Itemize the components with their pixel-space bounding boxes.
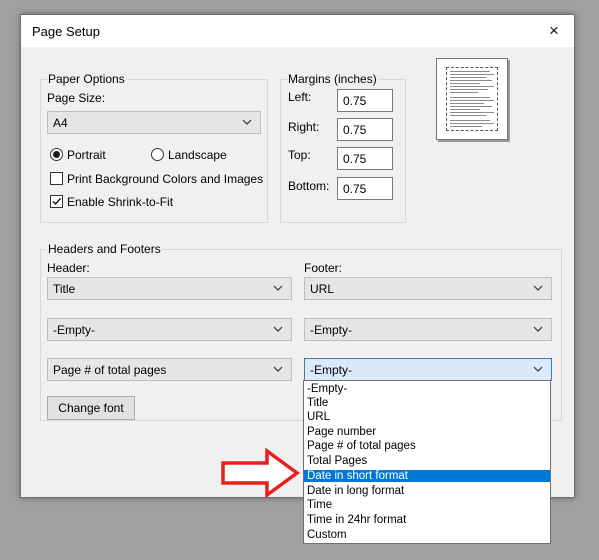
dropdown-option-highlighted[interactable]: Date in short format: [304, 470, 550, 482]
header-label: Header:: [47, 261, 90, 275]
checkmark-icon: [52, 198, 62, 206]
header-select-1[interactable]: Title: [47, 277, 292, 300]
page-size-select[interactable]: A4: [47, 111, 261, 134]
title-bar: Page Setup ×: [21, 15, 574, 47]
footer-value-2: -Empty-: [310, 323, 352, 337]
dropdown-option[interactable]: Page # of total pages: [304, 440, 550, 452]
margins-title: Margins (inches): [287, 72, 378, 86]
page-size-value: A4: [53, 116, 68, 130]
margin-right-input[interactable]: 0.75: [337, 118, 393, 141]
dropdown-option[interactable]: Time: [304, 499, 550, 511]
margin-top-label: Top:: [288, 148, 311, 162]
dropdown-option[interactable]: Custom: [304, 529, 550, 541]
header-value-1: Title: [53, 282, 76, 296]
dropdown-option[interactable]: Time in 24hr format: [304, 514, 550, 526]
footer-select-2[interactable]: -Empty-: [304, 318, 552, 341]
margin-right-label: Right:: [288, 120, 320, 134]
margin-top-input[interactable]: 0.75: [337, 147, 393, 170]
footer-dropdown-list[interactable]: -Empty- Title URL Page number Page # of …: [303, 380, 551, 544]
footer-select-3[interactable]: -Empty-: [304, 358, 552, 381]
shrink-to-fit-checkbox[interactable]: [50, 195, 63, 208]
landscape-radio[interactable]: [151, 148, 164, 161]
margin-left-input[interactable]: 0.75: [337, 89, 393, 112]
page-preview-thumbnail: [436, 58, 508, 140]
header-value-2: -Empty-: [53, 323, 95, 337]
header-select-3[interactable]: Page # of total pages: [47, 358, 292, 381]
chevron-down-icon: [273, 366, 283, 372]
footer-value-1: URL: [310, 282, 335, 296]
change-font-button[interactable]: Change font: [47, 396, 135, 420]
margin-top-value: 0.75: [343, 152, 367, 166]
headers-footers-title: Headers and Footers: [47, 242, 162, 256]
footer-value-3: -Empty-: [310, 363, 352, 377]
change-font-label: Change font: [58, 401, 124, 415]
dropdown-option[interactable]: Date in long format: [304, 485, 550, 497]
chevron-down-icon: [533, 285, 543, 291]
margin-right-value: 0.75: [343, 123, 367, 137]
margin-bottom-value: 0.75: [343, 182, 367, 196]
header-value-3: Page # of total pages: [53, 363, 167, 377]
shrink-to-fit-label: Enable Shrink-to-Fit: [67, 195, 174, 209]
portrait-label: Portrait: [67, 148, 106, 162]
print-background-checkbox[interactable]: [50, 172, 63, 185]
margin-left-value: 0.75: [343, 94, 367, 108]
chevron-down-icon: [273, 285, 283, 291]
dropdown-option[interactable]: URL: [304, 411, 550, 423]
margin-left-label: Left:: [288, 90, 312, 104]
preview-content-area: [446, 67, 498, 131]
red-right-arrow-icon: [221, 448, 300, 498]
dialog-title: Page Setup: [32, 24, 100, 39]
portrait-radio[interactable]: [50, 148, 63, 161]
footer-select-1[interactable]: URL: [304, 277, 552, 300]
dropdown-option[interactable]: Page number: [304, 426, 550, 438]
print-background-label: Print Background Colors and Images: [67, 172, 264, 186]
chevron-down-icon: [242, 119, 252, 125]
page-size-label: Page Size:: [47, 91, 106, 105]
footer-label: Footer:: [304, 261, 343, 275]
chevron-down-icon: [533, 366, 543, 372]
chevron-down-icon: [273, 326, 283, 332]
dropdown-option[interactable]: Total Pages: [304, 455, 550, 467]
chevron-down-icon: [533, 326, 543, 332]
header-select-2[interactable]: -Empty-: [47, 318, 292, 341]
close-button[interactable]: ×: [534, 15, 574, 47]
landscape-label: Landscape: [168, 148, 227, 162]
paper-options-title: Paper Options: [47, 72, 126, 86]
dropdown-option[interactable]: Title: [304, 397, 550, 409]
margin-bottom-input[interactable]: 0.75: [337, 177, 393, 200]
margin-bottom-label: Bottom:: [288, 179, 330, 193]
close-icon: ×: [549, 21, 559, 40]
dropdown-option[interactable]: -Empty-: [304, 383, 550, 395]
